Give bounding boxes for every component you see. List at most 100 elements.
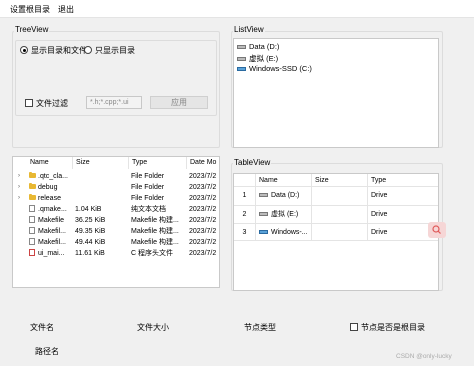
row-type: File Folder xyxy=(131,195,165,202)
tree-row[interactable]: › debug File Folder 2023/7/2 xyxy=(13,182,219,193)
row-size: 36.25 KiB xyxy=(75,217,106,224)
column-header-type[interactable]: Type xyxy=(129,157,187,169)
header-file-icon xyxy=(29,249,35,256)
column-header-size[interactable]: Size xyxy=(73,157,129,169)
row-date: 2023/7/2 xyxy=(189,173,217,180)
row-name: .qmake... xyxy=(38,206,67,213)
folder-icon xyxy=(29,182,36,189)
list-item[interactable]: Data (D:) xyxy=(237,42,279,51)
column-header-name[interactable]: Name xyxy=(27,157,73,169)
row-date: 2023/7/2 xyxy=(189,195,217,202)
row-name: ui_mai... xyxy=(38,250,65,257)
row-type: 纯文本文档 xyxy=(131,206,166,213)
tableview-group-title: TableView xyxy=(233,158,272,167)
row-number[interactable]: 3 xyxy=(234,223,256,241)
list-item[interactable]: Windows-SSD (C:) xyxy=(237,64,312,73)
radio-dirs-only-label: 只显示目录 xyxy=(95,46,135,55)
row-date: 2023/7/2 xyxy=(189,250,217,257)
row-number[interactable]: 1 xyxy=(234,187,256,205)
windows-drive-icon xyxy=(259,230,268,234)
listview-group-title: ListView xyxy=(233,25,265,34)
table-cell-name[interactable]: Data (D:) xyxy=(256,187,312,205)
row-size: 11.61 KiB xyxy=(75,250,105,257)
floating-search-button[interactable] xyxy=(428,222,446,238)
expand-arrow-icon[interactable]: › xyxy=(18,182,20,193)
row-number[interactable]: 2 xyxy=(234,205,256,223)
tree-row[interactable]: Makefil... 49.35 KiB Makefile 构建... 2023… xyxy=(13,226,219,237)
table-header-type[interactable]: Type xyxy=(368,174,438,187)
radio-checked-icon xyxy=(20,46,28,54)
row-size: 49.35 KiB xyxy=(75,228,106,235)
drive-icon xyxy=(237,45,246,49)
node-type-label: 节点类型 xyxy=(244,323,276,332)
row-type: Makefile 构建... xyxy=(131,217,179,224)
menu-set-root-dir[interactable]: 设置根目录 xyxy=(10,4,50,15)
search-icon xyxy=(432,225,441,234)
tree-row[interactable]: Makefil... 49.44 KiB Makefile 构建... 2023… xyxy=(13,237,219,248)
file-name-label: 文件名 xyxy=(30,323,54,332)
file-size-label: 文件大小 xyxy=(137,323,169,332)
table-cell-name[interactable]: 虚拟 (E:) xyxy=(256,205,312,223)
row-type: File Folder xyxy=(131,184,165,191)
is-root-dir-label: 节点是否是根目录 xyxy=(361,323,425,332)
list-item[interactable]: 虚拟 (E:) xyxy=(237,53,278,64)
row-date: 2023/7/2 xyxy=(189,184,217,191)
table-header-size[interactable]: Size xyxy=(312,174,368,187)
table-cell-size[interactable] xyxy=(312,205,368,223)
apply-button[interactable]: 应用 xyxy=(150,96,208,109)
file-icon xyxy=(29,227,35,234)
file-icon xyxy=(29,216,35,223)
row-name: Makefile xyxy=(38,217,65,224)
table-header-name[interactable]: Name xyxy=(256,174,312,187)
table-cell-type[interactable]: Drive xyxy=(368,187,438,205)
row-name: Makefil... xyxy=(38,228,67,235)
cell-text: Windows-... xyxy=(271,229,308,236)
row-date: 2023/7/2 xyxy=(189,228,217,235)
column-header-date[interactable]: Date Mo xyxy=(187,157,219,169)
table-cell-name[interactable]: Windows-... xyxy=(256,223,312,241)
table-corner[interactable] xyxy=(234,174,256,187)
tree-row[interactable]: › release File Folder 2023/7/2 xyxy=(13,193,219,204)
list-item-label: 虚拟 (E:) xyxy=(249,54,279,63)
table-cell-type[interactable]: Drive xyxy=(368,205,438,223)
row-date: 2023/7/2 xyxy=(189,206,217,213)
tree-row[interactable]: .qmake... 1.04 KiB 纯文本文档 2023/7/2 xyxy=(13,204,219,215)
row-type: Makefile 构建... xyxy=(131,239,179,246)
drive-icon xyxy=(259,212,268,216)
radio-dirs-only[interactable]: 只显示目录 xyxy=(84,45,135,56)
row-type: Makefile 构建... xyxy=(131,228,179,235)
expand-arrow-icon[interactable]: › xyxy=(18,193,20,204)
row-size: 49.44 KiB xyxy=(75,239,106,246)
expand-arrow-icon[interactable]: › xyxy=(18,171,20,182)
row-type: File Folder xyxy=(131,173,165,180)
windows-drive-icon xyxy=(237,67,246,71)
row-name: Makefil... xyxy=(38,239,67,246)
is-root-dir-checkbox[interactable]: 节点是否是根目录 xyxy=(350,322,425,333)
row-type: C 程序头文件 xyxy=(131,250,173,257)
tree-row[interactable]: › .qtc_cla... File Folder 2023/7/2 xyxy=(13,171,219,182)
cell-text: 虚拟 (E:) xyxy=(271,211,299,218)
treeview-group-title: TreeView xyxy=(14,25,50,34)
tree-row[interactable]: Makefile 36.25 KiB Makefile 构建... 2023/7… xyxy=(13,215,219,226)
tree-row[interactable]: ui_mai... 11.61 KiB C 程序头文件 2023/7/2 xyxy=(13,248,219,259)
filter-checkbox[interactable]: 文件过滤 xyxy=(25,98,68,109)
file-icon xyxy=(29,205,35,212)
radio-show-all[interactable]: 显示目录和文件 xyxy=(20,45,87,56)
drive-table-view[interactable]: Name Size Type 1 Data (D:) Drive 2 虚拟 (E… xyxy=(233,173,439,291)
row-name: debug xyxy=(38,184,58,191)
row-name: release xyxy=(38,195,61,202)
row-date: 2023/7/2 xyxy=(189,217,217,224)
filter-input[interactable]: *.h;*.cpp;*.ui xyxy=(86,96,142,109)
table-cell-size[interactable] xyxy=(312,223,368,241)
folder-icon xyxy=(29,171,36,178)
checkbox-icon xyxy=(350,323,358,331)
file-tree-view[interactable]: Name Size Type Date Mo › .qtc_cla... Fil… xyxy=(12,156,220,288)
list-item-label: Data (D:) xyxy=(249,42,280,51)
menu-exit[interactable]: 退出 xyxy=(58,4,74,15)
radio-unchecked-icon xyxy=(84,46,92,54)
table-cell-size[interactable] xyxy=(312,187,368,205)
folder-icon xyxy=(29,193,36,200)
path-name-label: 路径名 xyxy=(35,347,59,356)
drive-list-view[interactable]: Data (D:) 虚拟 (E:) Windows-SSD (C:) xyxy=(233,38,439,148)
drive-icon xyxy=(237,57,246,61)
